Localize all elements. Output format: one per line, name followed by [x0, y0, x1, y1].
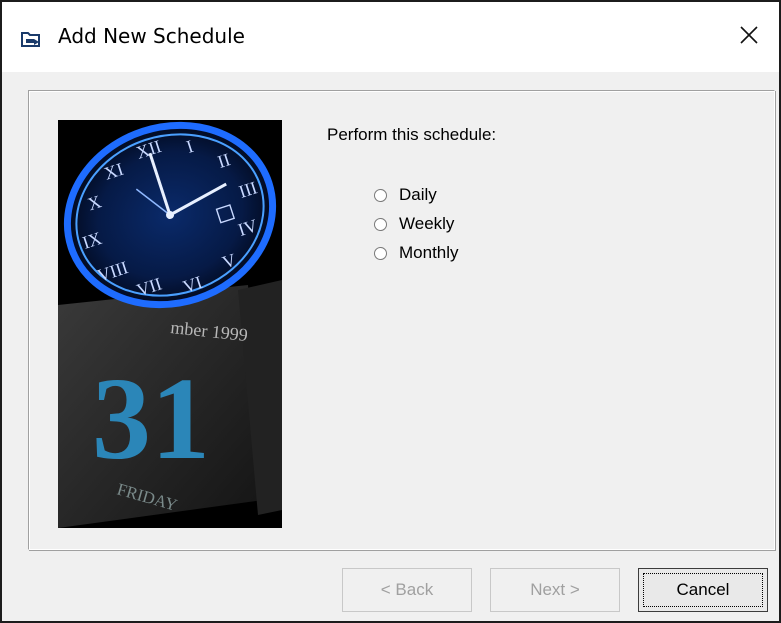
calendar-day-text: 31: [92, 353, 210, 484]
clock-calendar-image: mber 1999 31 FRIDAY XII I II III IV V VI…: [58, 120, 282, 528]
back-button[interactable]: < Back: [342, 568, 472, 612]
radio-button-weekly[interactable]: [374, 217, 387, 231]
radio-button-daily[interactable]: [374, 188, 387, 202]
radio-monthly[interactable]: Monthly: [374, 243, 459, 263]
radio-label-weekly: Weekly: [399, 214, 455, 233]
cancel-button[interactable]: Cancel: [638, 568, 768, 612]
window-title: Add New Schedule: [58, 24, 245, 48]
radio-weekly[interactable]: Weekly: [374, 214, 454, 234]
title-bar[interactable]: Add New Schedule: [2, 2, 779, 72]
radio-label-monthly: Monthly: [399, 243, 459, 262]
close-button[interactable]: [729, 16, 769, 54]
radio-button-monthly[interactable]: [374, 246, 387, 260]
schedule-prompt: Perform this schedule:: [327, 125, 497, 144]
focus-rectangle: [643, 573, 763, 607]
next-button[interactable]: Next >: [490, 568, 620, 612]
radio-daily[interactable]: Daily: [374, 185, 437, 205]
radio-label-daily: Daily: [399, 185, 437, 204]
close-icon: [740, 26, 758, 44]
dialog-window: Add New Schedule mber 1999 31 FRIDAY XII…: [0, 0, 781, 623]
clock-calendar-graphic: mber 1999 31 FRIDAY XII I II III IV V VI…: [58, 120, 282, 528]
schedule-folder-icon: [21, 32, 40, 47]
